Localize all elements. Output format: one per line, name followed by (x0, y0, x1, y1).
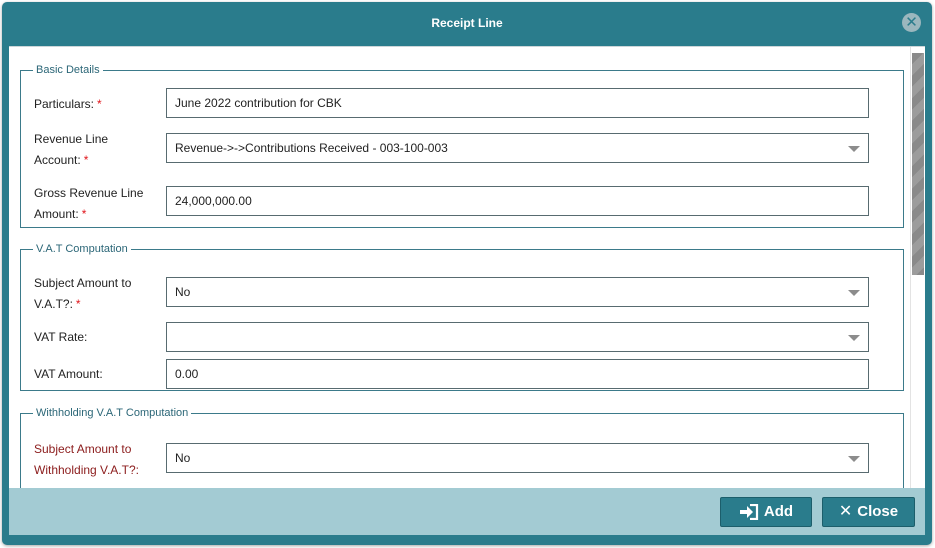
vat-rate-label: VAT Rate: (34, 330, 88, 344)
scrollbar-thumb[interactable] (912, 53, 924, 275)
revenue-account-select[interactable]: Revenue->->Contributions Received - 003-… (166, 133, 869, 163)
gross-amount-label: Gross Revenue Line Amount: * (34, 186, 144, 221)
withholding-vat-section: Withholding V.A.T Computation Subject Am… (20, 407, 904, 488)
add-button[interactable]: Add (720, 497, 812, 527)
dropdown-arrow-icon[interactable] (848, 146, 860, 152)
vat-rate-select[interactable] (166, 322, 869, 352)
dialog-body: Basic Details Particulars: * June 2022 co… (9, 46, 925, 488)
dropdown-arrow-icon[interactable] (848, 335, 860, 341)
required-asterisk: * (81, 207, 87, 221)
close-button[interactable]: ✕ Close (822, 497, 915, 527)
close-button-label: Close (857, 503, 899, 520)
vat-computation-section: V.A.T Computation Subject Amount to V.A.T… (20, 243, 904, 391)
vat-computation-legend: V.A.T Computation (36, 243, 128, 255)
dialog-title: Receipt Line (431, 16, 503, 30)
times-icon: ✕ (838, 503, 853, 520)
wht-subject-label: Subject Amount to Withholding V.A.T?: (34, 442, 139, 477)
revenue-account-label: Revenue Line Account: * (34, 132, 109, 167)
vat-subject-label: Subject Amount to V.A.T?: * (34, 276, 132, 311)
dropdown-arrow-icon[interactable] (848, 456, 860, 462)
wht-subject-select[interactable]: No (166, 443, 869, 473)
vat-amount-label: VAT Amount: (34, 367, 103, 381)
vat-subject-value: No (175, 285, 191, 299)
revenue-account-value: Revenue->->Contributions Received - 003-… (175, 141, 448, 155)
basic-details-section: Basic Details Particulars: * June 2022 co… (20, 64, 904, 228)
close-dialog-icon[interactable]: ✕ (902, 13, 921, 32)
basic-details-legend: Basic Details (36, 64, 100, 76)
vat-subject-select[interactable]: No (166, 277, 869, 307)
required-asterisk: * (97, 97, 102, 111)
particulars-input[interactable]: June 2022 contribution for CBK (166, 88, 869, 118)
gross-amount-input[interactable]: 24,000,000.00 (166, 186, 869, 216)
vat-amount-input[interactable]: 0.00 (166, 359, 869, 389)
dropdown-arrow-icon[interactable] (848, 290, 860, 296)
dialog-footer: Add ✕ Close (9, 488, 925, 535)
receipt-line-dialog: Receipt Line ✕ Basic Details Particulars… (2, 2, 932, 545)
required-asterisk: * (75, 297, 81, 311)
add-button-label: Add (763, 503, 794, 520)
vertical-scrollbar[interactable] (910, 47, 925, 488)
required-asterisk: * (83, 153, 89, 167)
sign-in-icon (739, 498, 759, 530)
particulars-label: Particulars: * (34, 97, 102, 111)
wht-subject-value: No (175, 451, 191, 465)
withholding-vat-legend: Withholding V.A.T Computation (36, 407, 189, 419)
